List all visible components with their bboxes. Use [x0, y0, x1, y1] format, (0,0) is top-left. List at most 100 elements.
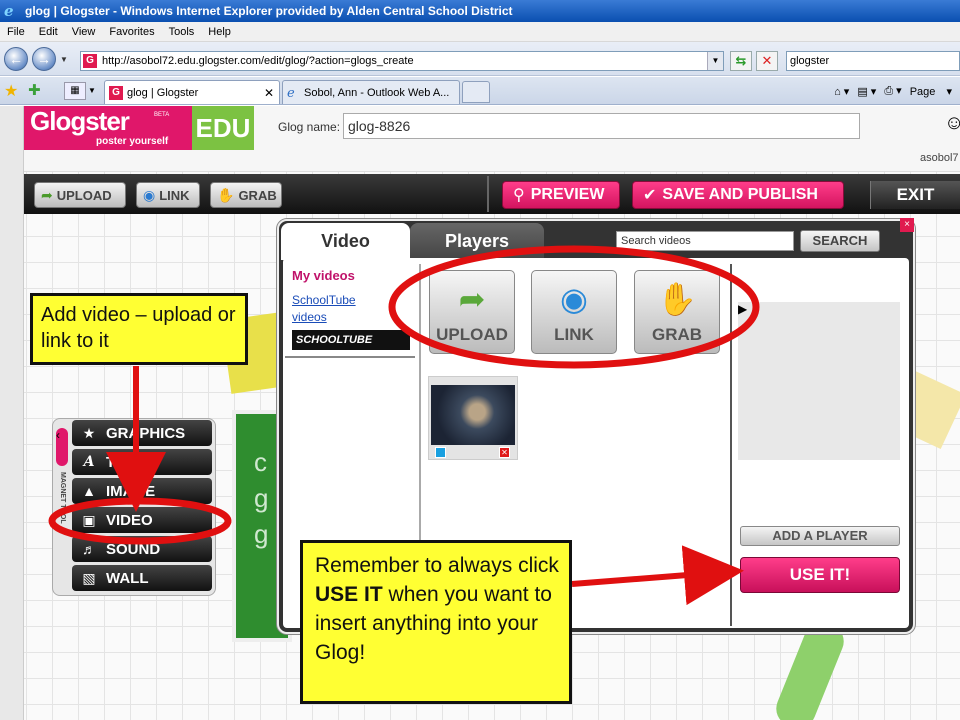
toolbar-divider: [487, 176, 489, 212]
url-input[interactable]: G http://asobol72.edu.glogster.com/edit/…: [80, 51, 724, 71]
tab-list-dropdown-icon[interactable]: ▼: [88, 82, 100, 100]
modal-upload-label: UPLOAD: [436, 325, 508, 344]
glogster-favicon-icon: G: [83, 54, 97, 68]
info-icon[interactable]: [435, 447, 446, 458]
exit-button[interactable]: EXIT: [870, 181, 960, 209]
menu-help[interactable]: Help: [201, 26, 238, 38]
tab-players[interactable]: Players: [410, 223, 544, 260]
command-bar: ⌂ ▾ ▤ ▾ ⎙ ▾ Page ▾: [834, 81, 960, 101]
tab-video[interactable]: Video: [281, 223, 410, 260]
menu-edit[interactable]: Edit: [32, 26, 65, 38]
use-it-button[interactable]: USE IT!: [740, 557, 900, 593]
menu-file[interactable]: File: [0, 26, 32, 38]
upload-arrow-icon: ➦: [458, 281, 486, 317]
new-tab-button[interactable]: [462, 81, 490, 103]
play-icon[interactable]: ▶: [738, 302, 900, 460]
menu-favorites[interactable]: Favorites: [102, 26, 161, 38]
username: asobol7: [920, 152, 959, 164]
palette-item-graphics[interactable]: ★ GRAPHICS: [72, 420, 212, 446]
hand-icon: ✋: [217, 186, 235, 203]
palette-item-sound[interactable]: ♬ SOUND: [72, 536, 212, 562]
history-dropdown-icon[interactable]: ▼: [60, 55, 68, 64]
modal-upload-button[interactable]: ➦ UPLOAD: [429, 270, 515, 354]
palette-item-label: WALL: [106, 569, 149, 587]
palette-item-text[interactable]: A TEXT: [72, 449, 212, 475]
forward-button[interactable]: →: [32, 47, 56, 71]
page-gutter: [0, 106, 24, 720]
menu-view[interactable]: View: [65, 26, 103, 38]
delete-icon[interactable]: ✕: [499, 447, 510, 458]
url-dropdown-icon[interactable]: ▼: [707, 52, 723, 70]
page-menu[interactable]: Page ▾: [910, 85, 952, 98]
tab-bar: ★ ✚ ▦ ▼ G glog | Glogster ✕ e Sobol, Ann…: [0, 77, 960, 105]
add-favorite-icon[interactable]: ✚: [28, 81, 41, 99]
menu-tools[interactable]: Tools: [162, 26, 202, 38]
left-column-separator: [285, 356, 415, 358]
save-and-publish-button[interactable]: ✔ SAVE AND PUBLISH: [632, 181, 844, 209]
text-icon: A: [83, 454, 95, 470]
preview-label: PREVIEW: [530, 186, 605, 203]
checkmark-icon: ✔: [643, 187, 657, 204]
column-separator: [730, 264, 732, 626]
preview-button[interactable]: ⚲ PREVIEW: [502, 181, 620, 209]
address-bar: ← → ▼ G http://asobol72.edu.glogster.com…: [0, 42, 960, 76]
palette-item-label: IMAGE: [106, 482, 156, 500]
quick-tabs-icon[interactable]: ▦: [64, 82, 86, 100]
annotation-callout-add-video: Add video – upload or link to it: [30, 293, 248, 365]
glog-name-input[interactable]: glog-8826: [343, 113, 860, 139]
glog-name-label: Glog name:: [278, 120, 341, 134]
search-input[interactable]: glogster: [786, 51, 960, 71]
toolbar-grab-button[interactable]: ✋ GRAB: [210, 182, 282, 208]
refresh-button[interactable]: ⇆: [730, 51, 752, 71]
callout-text-pre: Remember to always click: [315, 554, 559, 577]
modal-grab-label: GRAB: [651, 325, 703, 344]
logo-beta: BETA: [154, 112, 170, 118]
hand-icon: ✋: [657, 281, 697, 317]
add-a-player-button[interactable]: ADD A PLAYER: [740, 526, 900, 546]
toolbar-link-button[interactable]: ◉ LINK: [136, 182, 200, 208]
stop-button[interactable]: ✕: [756, 51, 778, 71]
favorites-star-icon[interactable]: ★: [4, 81, 18, 101]
image-icon: ▲: [82, 483, 96, 499]
schooltube-logo[interactable]: SCHOOLTUBE: [292, 330, 410, 350]
modal-link-button[interactable]: ◉ LINK: [531, 270, 617, 354]
print-icon[interactable]: ⎙ ▾: [884, 84, 901, 98]
video-thumbnail[interactable]: ✕: [428, 376, 518, 460]
close-modal-icon[interactable]: ×: [900, 218, 914, 232]
back-arrow-icon: ←: [9, 51, 23, 67]
palette-item-wall[interactable]: ▧ WALL: [72, 565, 212, 591]
palette-item-image[interactable]: ▲ IMAGE: [72, 478, 212, 504]
save-publish-label: SAVE AND PUBLISH: [662, 186, 818, 203]
user-avatar-icon: ☺: [944, 112, 960, 134]
logo-edu: EDU: [192, 106, 254, 150]
tab-outlook[interactable]: e Sobol, Ann - Outlook Web A...: [282, 80, 460, 104]
toolbar-link-label: LINK: [159, 187, 190, 203]
home-icon[interactable]: ⌂ ▾: [834, 85, 849, 98]
forward-arrow-icon: →: [37, 51, 51, 67]
palette-collapse-button[interactable]: ‹: [56, 428, 68, 466]
video-camera-icon: ▣: [82, 511, 96, 528]
star-icon: ★: [82, 424, 96, 441]
upload-arrow-icon: ➦: [41, 186, 53, 203]
ie-logo-icon: e: [4, 2, 14, 20]
modal-grab-button[interactable]: ✋ GRAB: [634, 270, 720, 354]
stop-icon: ✕: [761, 53, 773, 68]
outlook-favicon-icon: e: [287, 85, 295, 101]
menu-bar: File Edit View Favorites Tools Help: [0, 22, 960, 42]
palette-item-label: SOUND: [106, 540, 161, 558]
toolbar-upload-button[interactable]: ➦ UPLOAD: [34, 182, 126, 208]
glogster-favicon-icon: G: [109, 85, 123, 100]
tab-glogster[interactable]: G glog | Glogster ✕: [104, 80, 280, 104]
globe-icon: ◉: [560, 281, 588, 317]
schooltube-videos-link[interactable]: SchoolTube videos: [292, 292, 372, 326]
palette-item-video[interactable]: ▣ VIDEO: [72, 507, 212, 533]
chevron-left-icon: ‹: [56, 428, 60, 442]
close-tab-icon[interactable]: ✕: [264, 86, 274, 100]
search-button[interactable]: SEARCH: [800, 230, 880, 252]
page-menu-label: Page: [909, 85, 936, 98]
window-titlebar: e glog | Glogster - Windows Internet Exp…: [0, 0, 960, 22]
back-button[interactable]: ←: [4, 47, 28, 71]
my-videos-heading: My videos: [292, 268, 355, 283]
search-videos-input[interactable]: Search videos: [616, 231, 794, 251]
feeds-icon[interactable]: ▤ ▾: [857, 85, 876, 98]
